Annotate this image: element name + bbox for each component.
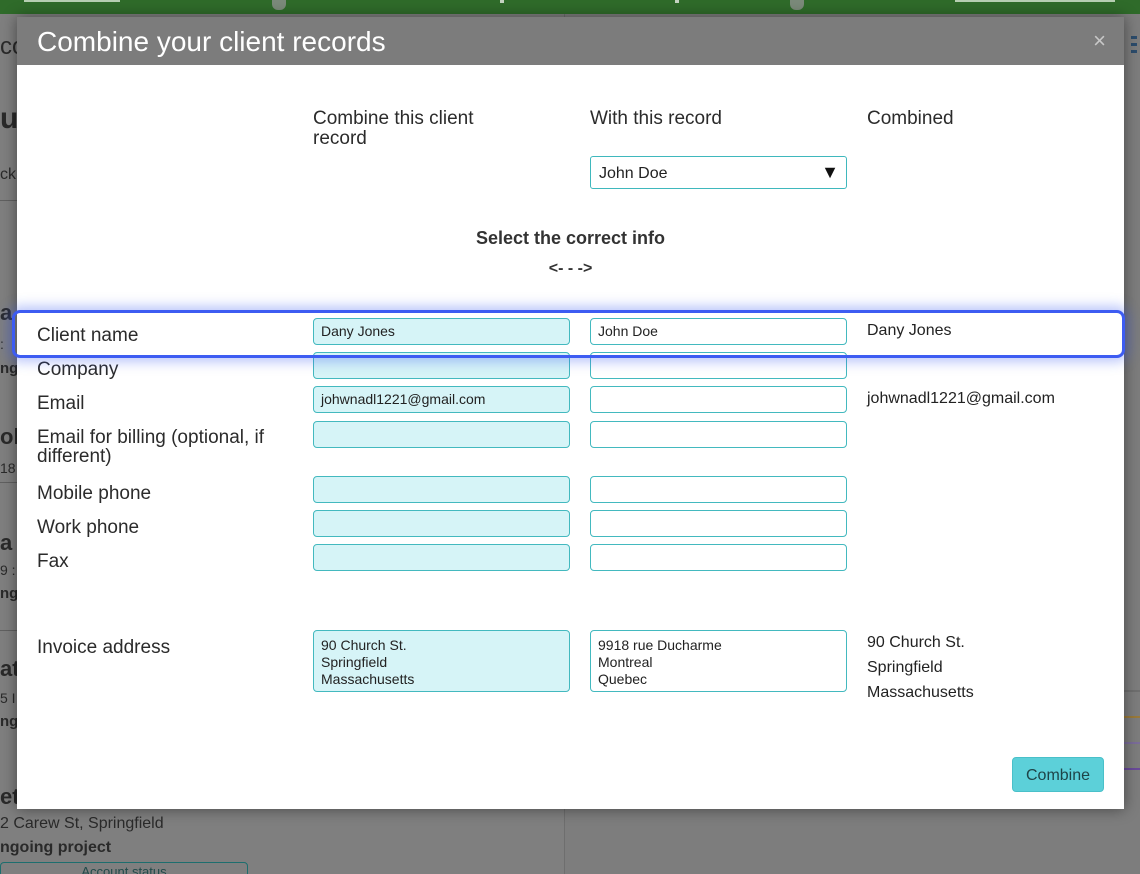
bg-divider: [0, 482, 17, 483]
target-mobile-phone-field[interactable]: [590, 476, 847, 503]
target-client-name-field[interactable]: John Doe: [590, 318, 847, 345]
row-label-client-name: Client name: [37, 325, 139, 346]
target-record-select[interactable]: John Doe ▼: [590, 156, 847, 189]
source-company-field[interactable]: [313, 352, 570, 379]
bg-right-divider: [1124, 690, 1140, 692]
source-fax-field[interactable]: [313, 544, 570, 571]
combine-records-dialog: Combine your client records × Combine th…: [12, 17, 1125, 809]
combine-button[interactable]: Combine: [1012, 757, 1104, 792]
column-header-source: Combine this client record: [313, 108, 474, 149]
bg-client2-address-fragment: 18: [0, 460, 16, 476]
target-fax-field[interactable]: [590, 544, 847, 571]
dropdown-arrow-icon: ▼: [821, 162, 839, 182]
close-icon[interactable]: ×: [1093, 30, 1106, 52]
bg-top-fragment: [500, 0, 504, 3]
row-label-company: Company: [37, 359, 119, 380]
bg-heading-fragment: u: [0, 102, 19, 135]
source-email-field[interactable]: johwnadl1221@gmail.com: [313, 386, 570, 413]
source-client-name-field[interactable]: Dany Jones: [313, 318, 570, 345]
source-mobile-phone-field[interactable]: [313, 476, 570, 503]
bg-top-fragment: [675, 0, 679, 3]
row-label-mobile-phone: Mobile phone: [37, 483, 152, 504]
target-work-phone-field[interactable]: [590, 510, 847, 537]
bg-client4-status-fragment: ng: [0, 713, 19, 730]
row-label-billing-email: Email for billing (optional, if differen…: [37, 427, 265, 467]
bg-client1-info-fragment: :: [0, 336, 4, 352]
bg-top-tab-line: [955, 0, 1115, 2]
target-email-field[interactable]: [590, 386, 847, 413]
column-header-target: With this record: [590, 108, 722, 129]
bg-client5-address: 2 Carew St, Springfield: [0, 815, 164, 832]
bg-client3-name-fragment: a: [0, 530, 13, 555]
bg-right-divider: [1124, 768, 1140, 770]
bg-account-status-button: Account status: [0, 862, 248, 874]
combined-invoice-address: 90 Church St. Springfield Massachusetts: [867, 634, 974, 701]
target-billing-email-field[interactable]: [590, 421, 847, 448]
bg-divider: [0, 630, 17, 631]
source-billing-email-field[interactable]: [313, 421, 570, 448]
bg-search-fragment: ck: [0, 166, 16, 183]
dialog-header: Combine your client records ×: [17, 17, 1124, 65]
target-company-field[interactable]: [590, 352, 847, 379]
target-invoice-address-field[interactable]: 9918 rue Ducharme Montreal Quebec: [590, 630, 847, 692]
select-info-hint: Select the correct info: [475, 228, 666, 248]
bg-divider: [0, 200, 17, 201]
bg-client1-status-fragment: ng: [0, 360, 19, 377]
bg-top-icon: [790, 0, 804, 10]
target-record-select-value: John Doe: [599, 165, 668, 182]
background-top-bar: [0, 0, 1140, 14]
dialog-title: Combine your client records: [37, 26, 386, 57]
bg-menu-icon: [1131, 36, 1137, 56]
bg-client5-status: ngoing project: [0, 839, 112, 856]
bg-client3-status-fragment: ng: [0, 585, 19, 602]
bg-right-divider: [1124, 716, 1140, 718]
column-header-combined: Combined: [867, 108, 954, 129]
bg-top-icon: [272, 0, 286, 10]
bg-right-divider: [1124, 742, 1140, 744]
row-label-fax: Fax: [37, 551, 69, 572]
source-work-phone-field[interactable]: [313, 510, 570, 537]
source-invoice-address-field[interactable]: 90 Church St. Springfield Massachusetts: [313, 630, 570, 692]
combined-client-name: Dany Jones: [867, 322, 952, 339]
row-label-invoice-address: Invoice address: [37, 637, 171, 658]
bg-client3-address-fragment: 9 :: [0, 562, 16, 578]
row-label-email: Email: [37, 393, 85, 414]
bg-client1-name-fragment: a: [0, 300, 13, 325]
left-right-arrows-icon: <- - ->: [548, 260, 593, 277]
bg-top-tab-line: [24, 0, 120, 2]
bg-client4-address-fragment: 5 I: [0, 690, 16, 706]
row-label-work-phone: Work phone: [37, 517, 140, 538]
combined-email: johwnadl1221@gmail.com: [867, 390, 1055, 407]
